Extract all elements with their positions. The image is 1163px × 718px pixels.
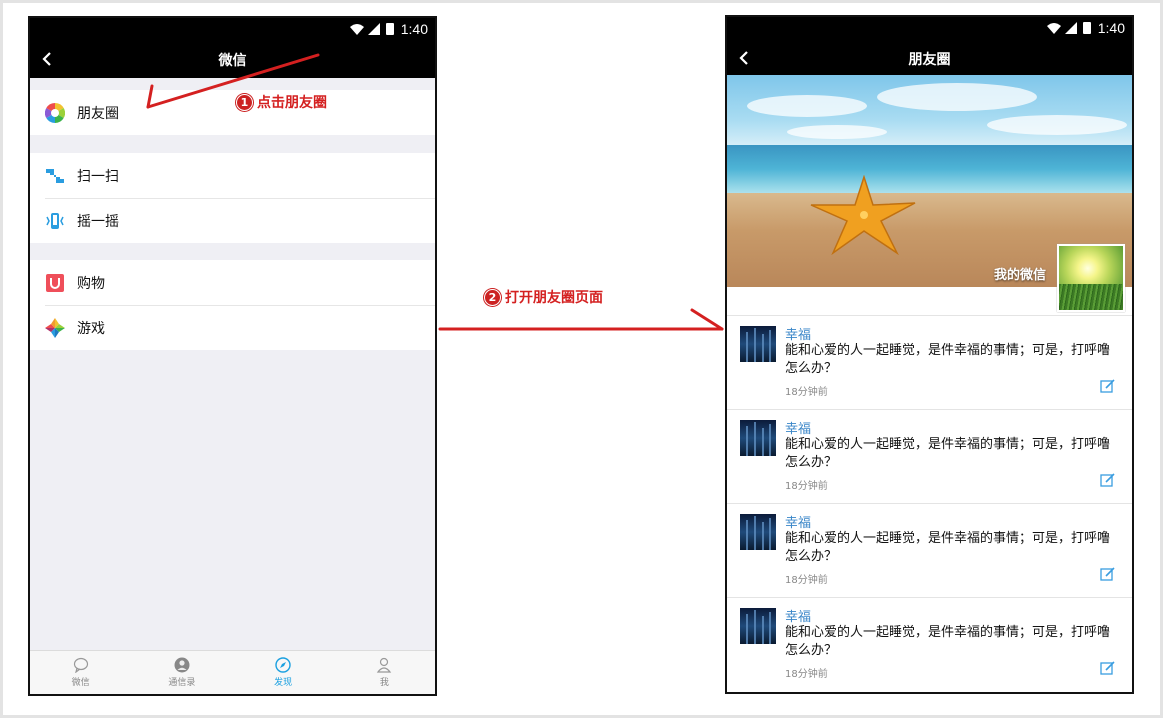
comment-icon[interactable] (1100, 660, 1116, 676)
contacts-icon (174, 657, 190, 673)
status-bar: 1:40 (30, 18, 435, 40)
comment-icon[interactable] (1100, 378, 1116, 394)
tab-me[interactable]: 我 (334, 651, 435, 694)
group-shop-game: 购物 游戏 (30, 260, 435, 350)
menu-item-shopping[interactable]: 购物 (30, 260, 435, 305)
status-time: 1:40 (1097, 20, 1125, 36)
comment-icon[interactable] (1100, 566, 1116, 582)
menu-item-game[interactable]: 游戏 (30, 305, 435, 350)
shopping-icon (45, 273, 65, 293)
annotation-step2: 2 打开朋友圈页面 (484, 287, 603, 307)
wifi-icon (1046, 23, 1061, 34)
menu-label-game: 游戏 (77, 320, 105, 337)
battery-icon (385, 23, 394, 35)
tab-label-contacts: 通信录 (168, 678, 196, 688)
post-author[interactable]: 幸福 (785, 606, 811, 625)
menu-label-shopping: 购物 (77, 275, 105, 292)
feed-post: 幸福 能和心爱的人一起睡觉，是件幸福的事情；可是，打呼噜怎么办？ 18分钟前 (727, 503, 1132, 597)
battery-icon (1082, 22, 1091, 34)
shake-icon (45, 211, 65, 231)
feed-post: 幸福 能和心爱的人一起睡觉，是件幸福的事情；可是，打呼噜怎么办？ 18分钟前 (727, 409, 1132, 503)
post-avatar[interactable] (740, 420, 776, 456)
moments-feed: 幸福 能和心爱的人一起睡觉，是件幸福的事情；可是，打呼噜怎么办？ 18分钟前 幸… (727, 315, 1132, 692)
post-avatar[interactable] (740, 608, 776, 644)
step2-text: 打开朋友圈页面 (505, 290, 603, 306)
starfish-image (810, 175, 916, 255)
post-text: 能和心爱的人一起睡觉，是件幸福的事情；可是，打呼噜怎么办？ (785, 531, 1111, 564)
chat-icon (73, 657, 88, 673)
signal-icon (1064, 22, 1077, 34)
feed-post: 幸福 能和心爱的人一起睡觉，是件幸福的事情；可是，打呼噜怎么办？ 18分钟前 (727, 315, 1132, 409)
page-title: 朋友圈 (908, 52, 951, 68)
post-text: 能和心爱的人一起睡觉，是件幸福的事情；可是，打呼噜怎么办？ (785, 437, 1111, 470)
menu-item-shake[interactable]: 摇一摇 (30, 198, 435, 243)
post-time: 18分钟前 (785, 387, 828, 398)
signal-icon (367, 23, 380, 35)
feed-post: 幸福 能和心爱的人一起睡觉，是件幸福的事情；可是，打呼噜怎么办？ 18分钟前 (727, 597, 1132, 691)
step2-number: 2 (484, 288, 501, 306)
moments-icon (45, 102, 65, 123)
step1-number: 1 (236, 93, 253, 111)
bottom-tab-bar: 微信 通信录 发现 我 (30, 650, 435, 694)
tab-label-chats: 微信 (71, 678, 90, 688)
step1-text: 点击朋友圈 (257, 95, 327, 111)
moments-screen: 1:40 朋友圈 我的微信 幸福 能和心爱的人一起睡觉，是件幸福的事情；可是，打… (725, 15, 1134, 694)
status-bar: 1:40 (727, 17, 1132, 39)
scan-icon (45, 166, 65, 186)
cover-label: 我的微信 (993, 268, 1046, 283)
page-title: 微信 (218, 53, 247, 69)
discover-icon (275, 657, 291, 673)
post-time: 18分钟前 (785, 669, 828, 680)
discover-screen: 1:40 微信 朋友圈 扫一扫 摇一摇 购物 游戏 微信 通信录 发现 我 (28, 16, 437, 696)
post-avatar[interactable] (740, 514, 776, 550)
tab-chats[interactable]: 微信 (30, 651, 131, 694)
my-avatar[interactable] (1057, 244, 1125, 312)
post-time: 18分钟前 (785, 575, 828, 586)
post-author[interactable]: 幸福 (785, 324, 811, 343)
game-icon (45, 317, 65, 338)
tab-label-me: 我 (379, 678, 389, 688)
tab-contacts[interactable]: 通信录 (131, 651, 232, 694)
menu-label-moments: 朋友圈 (77, 105, 119, 122)
status-time: 1:40 (400, 21, 428, 37)
tab-label-discover: 发现 (274, 678, 293, 688)
group-moments: 朋友圈 (30, 90, 435, 135)
menu-item-moments[interactable]: 朋友圈 (30, 90, 435, 135)
post-text: 能和心爱的人一起睡觉，是件幸福的事情；可是，打呼噜怎么办？ (785, 625, 1111, 658)
post-author[interactable]: 幸福 (785, 418, 811, 437)
post-text: 能和心爱的人一起睡觉，是件幸福的事情；可是，打呼噜怎么办？ (785, 343, 1111, 376)
menu-label-scan: 扫一扫 (77, 168, 119, 185)
post-author[interactable]: 幸福 (785, 512, 811, 531)
menu-label-shake: 摇一摇 (77, 213, 119, 230)
nav-bar: 微信 (30, 40, 435, 78)
annotation-step1: 1 点击朋友圈 (236, 92, 327, 112)
menu-item-scan[interactable]: 扫一扫 (30, 153, 435, 198)
post-avatar[interactable] (740, 326, 776, 362)
discover-list: 朋友圈 扫一扫 摇一摇 购物 游戏 (30, 78, 435, 650)
tab-discover[interactable]: 发现 (233, 651, 334, 694)
nav-bar: 朋友圈 (727, 39, 1132, 75)
comment-icon[interactable] (1100, 472, 1116, 488)
group-scan-shake: 扫一扫 摇一摇 (30, 153, 435, 243)
post-time: 18分钟前 (785, 481, 828, 492)
wifi-icon (349, 24, 364, 35)
me-icon (377, 657, 392, 673)
